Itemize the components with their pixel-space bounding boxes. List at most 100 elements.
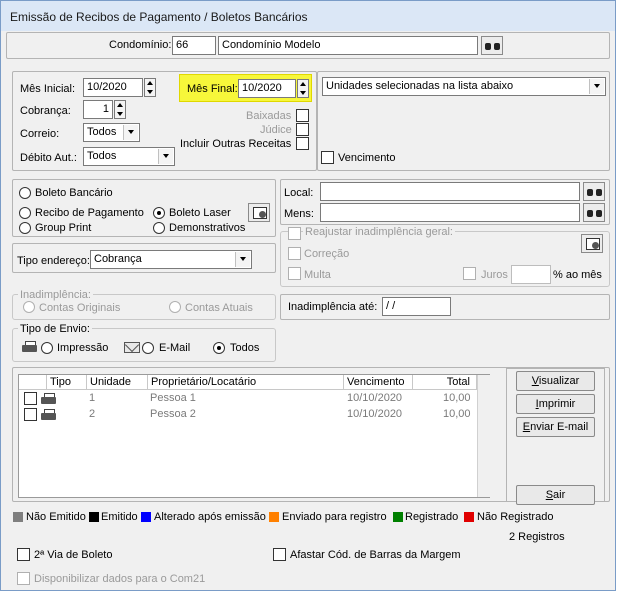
outras-receitas-checkbox[interactable] [296, 137, 309, 150]
segunda-via-label: 2ª Via de Boleto [34, 549, 113, 561]
mens-field[interactable] [320, 203, 580, 222]
juros-field[interactable] [511, 265, 551, 284]
search-condominio-button[interactable] [481, 36, 503, 55]
inadimplencia-title: Inadimplência: [18, 289, 93, 301]
legend-swatch-registrado [393, 512, 403, 522]
legend-swatch-nao-emitido [13, 512, 23, 522]
tipo-endereco-select[interactable]: Cobrança [90, 250, 252, 269]
demonstrativos-label: Demonstrativos [169, 222, 246, 234]
reajuste-settings-button[interactable] [581, 234, 603, 253]
demonstrativos-radio[interactable] [153, 222, 165, 234]
contas-originais-radio[interactable] [23, 301, 35, 313]
vencimento-cell: 10/10/2020 [347, 408, 403, 420]
multa-checkbox[interactable] [288, 267, 301, 280]
row-checkbox[interactable] [24, 408, 37, 421]
column-header[interactable]: Proprietário/Locatário [148, 375, 344, 390]
legend-label: Enviado para registro [282, 511, 387, 523]
inadimplencia-ate-label: Inadimplência até: [288, 301, 378, 313]
debito-value: Todos [87, 150, 117, 162]
boleto-bancario-radio[interactable] [19, 187, 31, 199]
local-panel: Local: Mens: [280, 179, 610, 225]
todos-label: Todos [230, 342, 260, 354]
local-field[interactable] [320, 182, 580, 201]
chevron-down-icon [235, 252, 250, 267]
inadimplencia-ate-field[interactable]: / / [382, 297, 451, 316]
correio-label: Correio: [20, 128, 60, 140]
mes-final-field[interactable]: 10/2020 [238, 79, 296, 98]
debito-select[interactable]: Todos [83, 147, 175, 166]
mes-inicial-spinner[interactable] [144, 78, 156, 97]
correio-select[interactable]: Todos [83, 123, 140, 142]
column-header[interactable]: Vencimento [344, 375, 413, 390]
contas-originais-label: Contas Originais [39, 302, 121, 314]
legend-label: Alterado após emissão [154, 511, 266, 523]
visualizar-button[interactable]: Visualizar [516, 371, 595, 391]
column-header[interactable]: Unidade [87, 375, 148, 390]
settings-icon [253, 207, 267, 219]
nome-cell: Pessoa 2 [150, 408, 196, 420]
cobranca-label: Cobrança: [20, 105, 71, 117]
contas-atuais-label: Contas Atuais [185, 302, 253, 314]
reajuste-checkbox[interactable] [288, 227, 301, 240]
column-header[interactable]: Tipo [47, 375, 87, 390]
cobranca-spinner[interactable] [114, 100, 126, 119]
juros-label: Juros [481, 269, 508, 281]
legend-swatch-nao-registrado [464, 512, 474, 522]
baixadas-checkbox[interactable] [296, 109, 309, 122]
afastar-label: Afastar Cód. de Barras da Margem [290, 549, 461, 561]
table-scrollbar[interactable] [477, 375, 490, 497]
afastar-checkbox[interactable] [273, 548, 286, 561]
window-title: Emissão de Recibos de Pagamento / Boleto… [10, 10, 308, 24]
enviar-email-button[interactable]: Enviar E-mail [516, 417, 595, 437]
juros-checkbox[interactable] [463, 267, 476, 280]
local-label: Local: [284, 187, 314, 199]
registros-count: 2 Registros [509, 531, 565, 543]
reajuste-title: Reajustar inadimplência geral: [303, 226, 455, 238]
email-radio[interactable] [142, 342, 154, 354]
imprimir-button[interactable]: Imprimir [516, 394, 595, 414]
tipo-endereco-panel: Tipo endereço: Cobrança [12, 243, 276, 273]
boleto-laser-radio[interactable] [153, 207, 165, 219]
condominio-name-field[interactable]: Condomínio Modelo [218, 36, 478, 55]
correcao-checkbox[interactable] [288, 247, 301, 260]
sair-button[interactable]: Sair [516, 485, 595, 505]
binoculars-icon [587, 187, 602, 197]
mes-inicial-field[interactable]: 10/2020 [83, 78, 143, 97]
segunda-via-checkbox[interactable] [17, 548, 30, 561]
unidades-panel: Unidades selecionadas na lista abaixo Ve… [317, 71, 610, 171]
contas-atuais-radio[interactable] [169, 301, 181, 313]
com21-checkbox[interactable] [17, 572, 30, 585]
units-panel: Tipo Unidade Proprietário/Locatário Venc… [12, 367, 610, 505]
table-row[interactable]: 1 Pessoa 1 10/10/2020 10,00 [19, 391, 477, 406]
multa-label: Multa [304, 269, 331, 281]
todos-radio[interactable] [213, 342, 225, 354]
doc-settings-button[interactable] [248, 203, 270, 222]
condominio-code-field[interactable]: 66 [172, 36, 216, 55]
recibo-radio[interactable] [19, 207, 31, 219]
vencimento-checkbox[interactable] [321, 151, 334, 164]
column-header[interactable]: Total [413, 375, 477, 390]
legend-swatch-alterado [141, 512, 151, 522]
search-local-button[interactable] [583, 182, 605, 201]
units-table: Tipo Unidade Proprietário/Locatário Venc… [18, 374, 490, 498]
printer-icon [41, 409, 56, 421]
group-print-radio[interactable] [19, 222, 31, 234]
total-cell: 10,00 [443, 408, 471, 420]
unidades-select[interactable]: Unidades selecionadas na lista abaixo [322, 77, 606, 96]
title-bar: Emissão de Recibos de Pagamento / Boleto… [1, 1, 615, 31]
outras-receitas-label: Incluir Outras Receitas [180, 138, 292, 150]
total-cell: 10,00 [443, 392, 471, 404]
impressao-radio[interactable] [41, 342, 53, 354]
recibo-label: Recibo de Pagamento [35, 207, 144, 219]
chevron-down-icon [589, 79, 604, 94]
actions-panel: Visualizar Imprimir Enviar E-mail Sair [506, 368, 605, 505]
legend-label: Registrado [405, 511, 459, 523]
mes-final-spinner[interactable] [297, 79, 309, 98]
cobranca-field[interactable]: 1 [83, 100, 113, 119]
settings-icon [586, 238, 600, 250]
table-row[interactable]: 2 Pessoa 2 10/10/2020 10,00 [19, 407, 477, 422]
search-mens-button[interactable] [583, 203, 605, 222]
row-checkbox[interactable] [24, 392, 37, 405]
judice-checkbox[interactable] [296, 123, 309, 136]
email-icon [124, 342, 140, 353]
